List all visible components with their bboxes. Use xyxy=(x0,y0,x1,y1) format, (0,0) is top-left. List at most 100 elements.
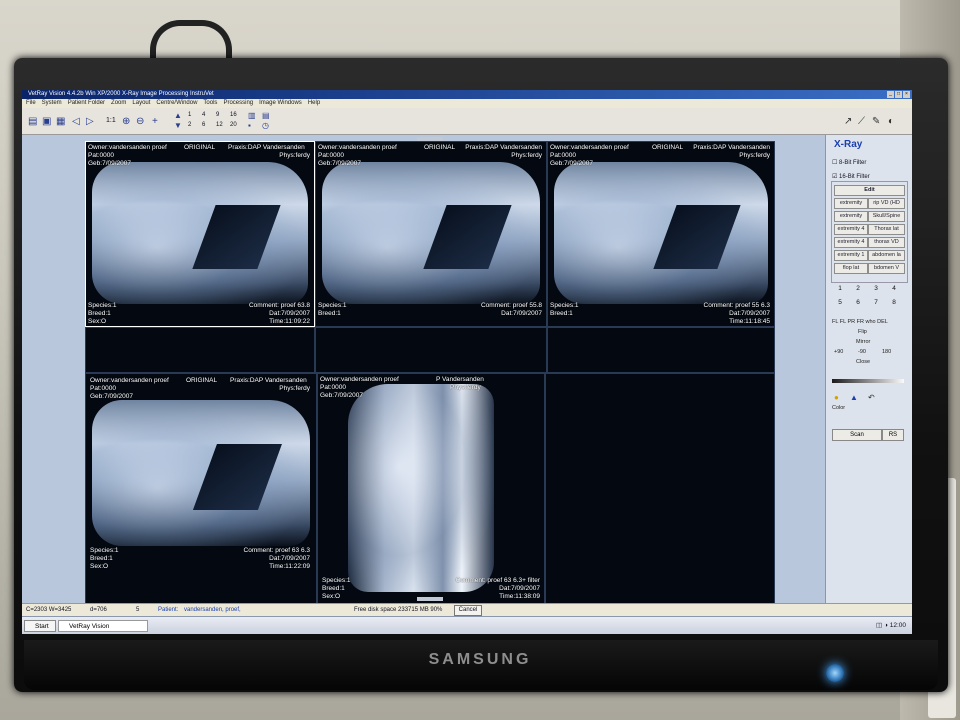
lightbulb-icon[interactable]: ● xyxy=(834,393,839,402)
menu-centre-window[interactable]: Centre/Window xyxy=(156,99,197,108)
xray-tile-5[interactable]: Owner:vandersanden proef P Vandersanden … xyxy=(317,373,545,605)
mirror-button[interactable]: Mirror xyxy=(856,339,870,345)
filter-button[interactable]: flop lat xyxy=(834,263,868,274)
flip-button[interactable]: Flip xyxy=(858,329,867,335)
species-label: Species:1 xyxy=(322,576,351,584)
power-button[interactable] xyxy=(826,664,844,682)
contrast-slider[interactable] xyxy=(832,379,904,383)
add-icon[interactable]: + xyxy=(152,116,158,127)
owner-label: Owner:vandersanden proef xyxy=(550,144,629,151)
close-button[interactable]: × xyxy=(903,91,910,98)
filter-8bit-checkbox[interactable]: ☐ 8-Bit Filter xyxy=(832,159,866,166)
menu-layout[interactable]: Layout xyxy=(132,99,150,108)
filter-button[interactable]: Skull/Spine xyxy=(868,211,905,222)
monitor-brand: SAMSUNG xyxy=(428,651,532,668)
rotate-180-button[interactable]: 180 xyxy=(882,349,891,355)
preset-6[interactable]: 6 xyxy=(852,299,864,306)
preset-7[interactable]: 7 xyxy=(870,299,882,306)
menu-processing[interactable]: Processing xyxy=(223,99,253,108)
filter-button[interactable]: abdomen la xyxy=(868,250,905,261)
tool-measure-icon[interactable]: ⟋ xyxy=(858,116,865,127)
zoom-in-icon[interactable]: ⊕ xyxy=(122,116,130,127)
original-tag: ORIGINAL xyxy=(184,144,216,151)
menu-patient-folder[interactable]: Patient Folder xyxy=(68,99,105,108)
preset-8[interactable]: 8 xyxy=(888,299,900,306)
menu-system[interactable]: System xyxy=(42,99,62,108)
undo-icon[interactable]: ↶ xyxy=(868,393,875,402)
triangle-icon[interactable]: ▲ xyxy=(850,393,858,402)
empty-tile[interactable] xyxy=(315,327,547,373)
minimize-button[interactable]: _ xyxy=(887,91,894,98)
filter-button[interactable]: rip VD (HD xyxy=(868,198,905,209)
layout-12[interactable]: 12 xyxy=(216,122,223,128)
bottom-splitter-handle[interactable] xyxy=(417,597,443,601)
tray-volume-icon[interactable]: ◑ xyxy=(884,622,888,629)
scan-button[interactable]: Scan xyxy=(832,429,882,441)
owner-label: Owner:vandersanden proef xyxy=(320,376,399,383)
xray-tile-3[interactable]: Owner:vandersanden proef ORIGINAL Praxis… xyxy=(547,141,775,327)
preset-3[interactable]: 3 xyxy=(870,285,882,292)
tool-eraser-icon[interactable]: ◐ xyxy=(888,116,894,127)
xray-tile-4[interactable]: Owner:vandersanden proef ORIGINAL Praxis… xyxy=(85,373,317,605)
empty-tile[interactable] xyxy=(85,327,315,373)
tool-pointer-icon[interactable]: ↗ xyxy=(844,116,852,127)
comment-label: Comment: proef 55.8 xyxy=(480,301,542,309)
menu-help[interactable]: Help xyxy=(308,99,320,108)
menu-zoom[interactable]: Zoom xyxy=(111,99,126,108)
layout-16[interactable]: 16 xyxy=(230,112,237,118)
close-panel-button[interactable]: Close xyxy=(856,359,870,365)
pat-label: Pat:0000 xyxy=(90,385,117,392)
cancel-button[interactable]: Cancel xyxy=(454,605,482,616)
xray-tile-1[interactable]: Owner:vandersanden proef ORIGINAL Praxis… xyxy=(85,141,315,327)
preset-5[interactable]: 5 xyxy=(834,299,846,306)
xray-tile-2[interactable]: Owner:vandersanden proef ORIGINAL Praxis… xyxy=(315,141,547,327)
edit-button[interactable]: Edit xyxy=(834,185,905,196)
maximize-button[interactable]: □ xyxy=(895,91,902,98)
layout-1[interactable]: 1 xyxy=(188,112,191,118)
arrow-down-icon[interactable]: ▼ xyxy=(174,121,182,130)
rs-button[interactable]: RS xyxy=(882,429,904,441)
filter-button[interactable]: extremity 1 xyxy=(834,250,868,261)
filter-button[interactable]: extremity 4 xyxy=(834,237,868,248)
layout-4[interactable]: 4 xyxy=(202,112,205,118)
tray-network-icon[interactable]: ◫ xyxy=(876,622,882,629)
empty-tile[interactable] xyxy=(545,373,775,605)
tool-brush-icon[interactable]: ✎ xyxy=(872,116,880,127)
flip-labels[interactable]: FL FL PR FR who DEL xyxy=(832,319,888,325)
print-icon[interactable]: ▦ xyxy=(56,116,65,127)
start-button[interactable]: Start xyxy=(24,620,56,632)
filter-button[interactable]: Thorax lat xyxy=(868,224,905,235)
arrow-up-icon[interactable]: ▲ xyxy=(174,111,182,120)
filter-16bit-checkbox[interactable]: ☑ 16-Bit Filter xyxy=(832,173,870,180)
preset-1[interactable]: 1 xyxy=(834,285,846,292)
save-icon[interactable]: ▪ xyxy=(248,121,251,130)
filter-button[interactable]: extremity xyxy=(834,198,868,209)
layout-9[interactable]: 9 xyxy=(216,112,219,118)
menu-file[interactable]: File xyxy=(26,99,36,108)
menu-image-windows[interactable]: Image Windows xyxy=(259,99,302,108)
arrow-left-icon[interactable]: ◁ xyxy=(72,116,80,127)
zoom-1to1-button[interactable]: 1:1 xyxy=(106,117,116,124)
empty-tile[interactable] xyxy=(547,327,775,373)
layout-2[interactable]: 2 xyxy=(188,122,191,128)
filter-button[interactable]: extremity xyxy=(834,211,868,222)
preset-4[interactable]: 4 xyxy=(888,285,900,292)
print-small-icon[interactable]: ▤ xyxy=(262,111,270,120)
rotate-minus90-button[interactable]: -90 xyxy=(858,349,866,355)
image-stack-icon[interactable]: ▥ xyxy=(248,111,256,120)
filter-button[interactable]: bdomen V xyxy=(868,263,905,274)
praxis-label: P Vandersanden xyxy=(436,376,484,383)
image-icon[interactable]: ▣ xyxy=(42,116,51,127)
menu-tools[interactable]: Tools xyxy=(203,99,217,108)
filter-button[interactable]: thorax VD xyxy=(868,237,905,248)
filter-button[interactable]: extremity 4 xyxy=(834,224,868,235)
taskbar-app-button[interactable]: VetRay Vision xyxy=(58,620,148,632)
preset-2[interactable]: 2 xyxy=(852,285,864,292)
rotate-plus90-button[interactable]: +90 xyxy=(834,349,843,355)
arrow-right-icon[interactable]: ▷ xyxy=(86,116,94,127)
layout-6[interactable]: 6 xyxy=(202,122,205,128)
open-folder-icon[interactable]: ▤ xyxy=(28,116,37,127)
layout-20[interactable]: 20 xyxy=(230,122,237,128)
clock-icon[interactable]: ◷ xyxy=(262,121,269,130)
zoom-out-icon[interactable]: ⊖ xyxy=(136,116,144,127)
